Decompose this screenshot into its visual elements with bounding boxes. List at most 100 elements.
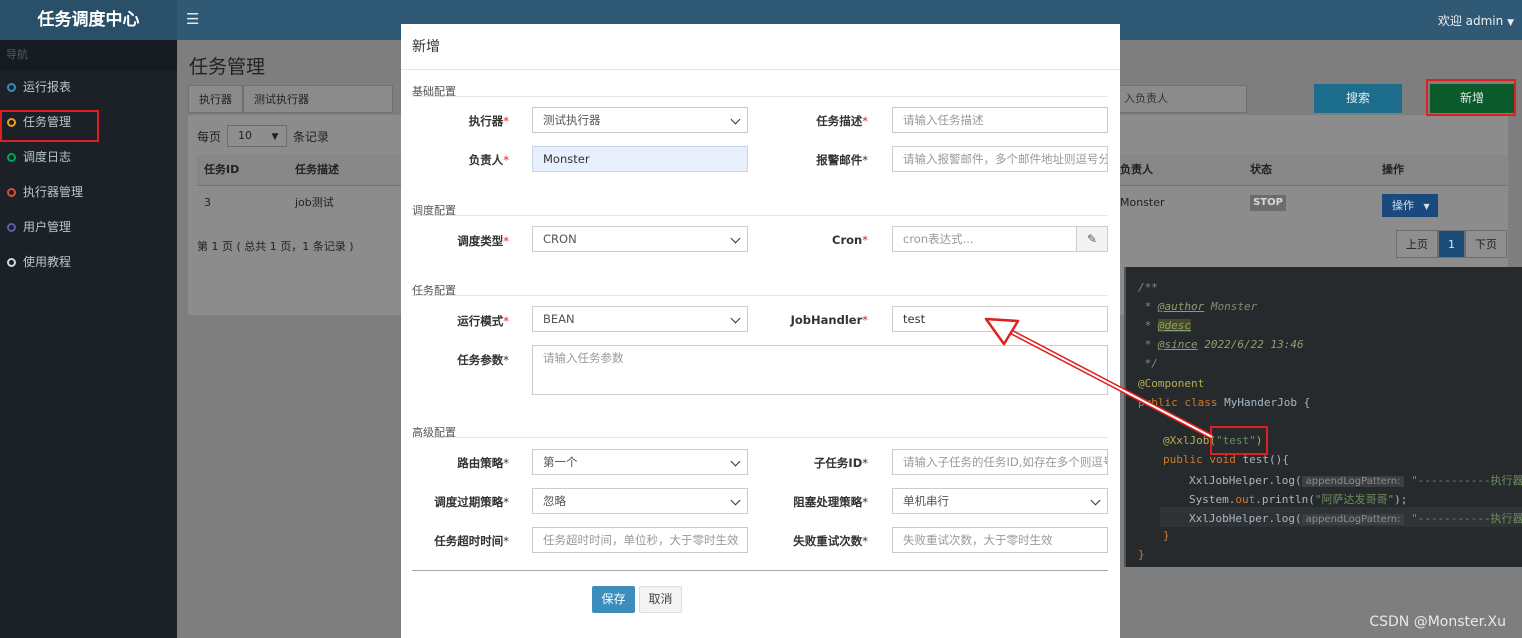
route-strategy-select[interactable]: 第一个: [532, 449, 748, 475]
col-header-action: 操作: [1382, 163, 1404, 176]
col-header-id: 任务ID: [204, 163, 240, 176]
chevron-down-icon: [730, 313, 741, 324]
alarm-email-input[interactable]: 请输入报警邮件，多个邮件地址则逗号分隔: [892, 146, 1108, 172]
job-handler-input[interactable]: test: [892, 306, 1108, 332]
cancel-button[interactable]: 取消: [639, 586, 682, 613]
block-strategy-label: 阻塞处理策略*: [793, 495, 868, 509]
executor-label: 执行器*: [468, 114, 509, 128]
app-logo[interactable]: 任务调度中心: [0, 0, 177, 40]
prev-page-button[interactable]: 上页: [1396, 230, 1438, 258]
fail-retry-input[interactable]: 失败重试次数，大于零时生效: [892, 527, 1108, 553]
modal-title: 新增: [401, 24, 1120, 70]
page-title: 任务管理: [189, 56, 266, 78]
job-param-label: 任务参数*: [457, 353, 509, 367]
pagination-info: 第 1 页 ( 总共 1 页，1 条记录 ): [197, 240, 354, 253]
executor-filter-select[interactable]: 测试执行器: [243, 85, 393, 113]
timeout-label: 任务超时时间*: [434, 534, 509, 548]
code-snippet: /** * @author Monster * @desc * @since 2…: [1124, 267, 1522, 567]
author-input[interactable]: Monster: [532, 146, 748, 172]
code-line: public class MyHanderJob {: [1138, 396, 1311, 409]
highlight-box-jobs-menu: [0, 110, 99, 142]
sidebar-item-help[interactable]: 使用教程: [0, 245, 177, 280]
chevron-down-icon: ▼: [271, 132, 279, 142]
save-button[interactable]: 保存: [592, 586, 635, 613]
job-desc-label: 任务描述*: [816, 114, 868, 128]
executor-filter-label: 执行器: [188, 85, 243, 113]
run-mode-label: 运行模式*: [457, 314, 509, 328]
circle-icon: [7, 223, 16, 232]
circle-icon: [7, 258, 16, 267]
sidebar-item-report[interactable]: 运行报表: [0, 70, 177, 105]
chevron-down-icon: [730, 233, 741, 244]
misfire-strategy-value: 忽略: [543, 494, 566, 508]
row-action-button[interactable]: 操作 ▼: [1382, 194, 1438, 217]
chevron-down-icon: [730, 456, 741, 467]
code-line: */: [1138, 357, 1158, 370]
next-page-button[interactable]: 下页: [1465, 230, 1507, 258]
page-1-button[interactable]: 1: [1438, 230, 1465, 258]
edit-icon[interactable]: ✎: [1076, 226, 1108, 252]
sidebar-item-logs[interactable]: 调度日志: [0, 140, 177, 175]
welcome-text: 欢迎 admin: [1437, 14, 1504, 28]
watermark: CSDN @Monster.Xu: [1369, 614, 1506, 630]
add-job-modal: 新增 基础配置 执行器* 测试执行器 任务描述* 请输入任务描述 负责人* Mo…: [401, 24, 1120, 638]
cell-job-owner: Monster: [1120, 196, 1165, 209]
cron-label: Cron*: [832, 233, 868, 247]
section-advanced: 高级配置: [412, 424, 1108, 439]
code-line: XxlJobHelper.log(appendLogPattern: "----…: [1189, 512, 1522, 525]
circle-icon: [7, 188, 16, 197]
block-strategy-select[interactable]: 单机串行: [892, 488, 1108, 514]
sidebar-item-label: 调度日志: [23, 150, 72, 164]
route-strategy-label: 路由策略*: [457, 456, 509, 470]
job-handler-label: JobHandler*: [790, 313, 868, 327]
chevron-down-icon: [730, 495, 741, 506]
schedule-type-value: CRON: [543, 232, 577, 246]
owner-search-input[interactable]: 入负责人: [1119, 85, 1247, 113]
menu-toggle-icon[interactable]: ☰: [186, 10, 199, 28]
row-action-label: 操作: [1392, 199, 1414, 212]
page-size-value: 10: [238, 129, 253, 142]
child-job-input[interactable]: 请输入子任务的任务ID,如存在多个则逗号分隔: [892, 449, 1108, 475]
sidebar-item-label: 用户管理: [23, 220, 72, 234]
fail-retry-label: 失败重试次数*: [793, 534, 868, 548]
search-button[interactable]: 搜索: [1314, 84, 1402, 113]
timeout-input[interactable]: 任务超时时间，单位秒，大于零时生效: [532, 527, 748, 553]
code-line: }: [1163, 529, 1170, 542]
modal-footer-divider: [412, 570, 1108, 571]
chevron-down-icon: [1090, 495, 1101, 506]
caret-down-icon: ▼: [1423, 202, 1430, 211]
caret-down-icon: ▼: [1507, 18, 1514, 28]
run-mode-select[interactable]: BEAN: [532, 306, 748, 332]
route-strategy-value: 第一个: [543, 455, 578, 469]
col-header-owner: 负责人: [1120, 163, 1153, 176]
section-basic: 基础配置: [412, 83, 1108, 98]
code-line: XxlJobHelper.log(appendLogPattern: "----…: [1189, 474, 1522, 487]
page-size-control: 每页 10 ▼ 条记录: [197, 125, 329, 147]
highlight-box-xxljob-annotation: [1210, 426, 1268, 455]
schedule-type-label: 调度类型*: [457, 234, 509, 248]
executor-value: 测试执行器: [543, 113, 601, 127]
executor-filter[interactable]: 执行器 测试执行器: [188, 85, 393, 113]
code-line: * @since 2022/6/22 13:46: [1138, 338, 1304, 351]
code-line: * @author Monster: [1138, 300, 1258, 313]
per-page-suffix: 条记录: [293, 129, 330, 144]
circle-icon: [7, 83, 16, 92]
circle-icon: [7, 153, 16, 162]
executor-select[interactable]: 测试执行器: [532, 107, 748, 133]
code-line: @Component: [1138, 377, 1205, 390]
schedule-type-select[interactable]: CRON: [532, 226, 748, 252]
job-desc-input[interactable]: 请输入任务描述: [892, 107, 1108, 133]
author-label: 负责人*: [468, 153, 509, 167]
sidebar-item-executors[interactable]: 执行器管理: [0, 175, 177, 210]
cell-job-id: 3: [204, 196, 211, 209]
run-mode-value: BEAN: [543, 312, 575, 326]
job-param-textarea[interactable]: 请输入任务参数: [532, 345, 1108, 395]
sidebar-item-users[interactable]: 用户管理: [0, 210, 177, 245]
user-menu[interactable]: 欢迎 admin ▼: [1438, 12, 1514, 29]
page-size-select[interactable]: 10 ▼: [227, 125, 288, 147]
per-page-prefix: 每页: [197, 129, 222, 144]
cron-input[interactable]: cron表达式...: [892, 226, 1077, 252]
misfire-strategy-select[interactable]: 忽略: [532, 488, 748, 514]
misfire-strategy-label: 调度过期策略*: [434, 495, 509, 509]
code-line: * @desc: [1138, 319, 1191, 332]
